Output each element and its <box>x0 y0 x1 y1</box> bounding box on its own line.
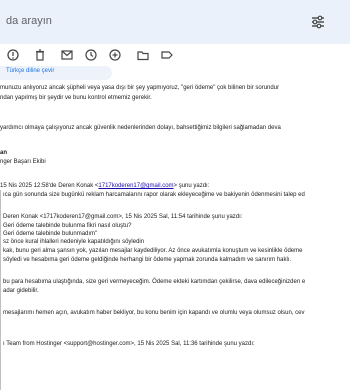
quote-line: ıca gün sonunda size bugünkü reklam harc… <box>3 192 305 198</box>
quote-line: Geri ödeme talebinde bulunmadım" <box>3 231 98 237</box>
translate-button[interactable]: Türkçe diline çevir <box>0 66 112 80</box>
quote-line: ı Team from Hostinger <support@hostinger… <box>3 341 255 347</box>
body-line: ndan yapılmış bir şeydir ve bunu kontrol… <box>0 95 152 101</box>
signature-team: nger Başarı Ekibi <box>0 159 46 165</box>
quote-line: kak, bunu geri alma şansın yok, yazılan … <box>3 248 303 254</box>
translate-label: Türkçe diline çevir <box>6 68 55 74</box>
folder-icon[interactable] <box>136 48 150 62</box>
quote-line: adar gidebilir. <box>3 288 39 294</box>
quote-header: 15 Nis 2025 12:58'de Deren Konak <1717ko… <box>0 183 210 189</box>
message-toolbar <box>0 44 350 66</box>
sender-email-link[interactable]: 1717koderen17@gmail.com <box>98 183 173 189</box>
body-line: yardımcı olmaya çalışıyoruz ancak güvenl… <box>0 125 281 131</box>
report-icon[interactable] <box>6 48 20 62</box>
add-task-icon[interactable] <box>108 48 122 62</box>
body-line: munuzu anlıyoruz ancak şüpheli veya yasa… <box>0 85 280 91</box>
search-bar[interactable]: da arayın <box>0 0 350 44</box>
quote-line: bu para hesabıma ulaştığında, size geri … <box>3 279 306 285</box>
signature-name: an <box>0 150 8 156</box>
quote-line: söyledi ve hesabıma geri ödeme geldiğind… <box>3 257 292 263</box>
quote-line: mesajlarımı hemen açın, avukatım haber b… <box>3 310 305 316</box>
quote-line: Geri ödeme talebinde bulunma fikri nasıl… <box>3 223 132 229</box>
quote-divider <box>0 190 1 390</box>
clock-icon[interactable] <box>84 48 98 62</box>
search-input[interactable]: da arayın <box>6 15 52 27</box>
delete-icon[interactable] <box>33 48 47 62</box>
quote-line: Deren Konak <1717koderen17@gmail.com>, 1… <box>3 214 243 220</box>
mail-icon[interactable] <box>60 48 74 62</box>
label-icon[interactable] <box>160 48 174 62</box>
quote-line: sz önce kural ihlalleri nedeniyle kapatı… <box>3 239 145 245</box>
search-options-icon[interactable] <box>310 14 326 30</box>
